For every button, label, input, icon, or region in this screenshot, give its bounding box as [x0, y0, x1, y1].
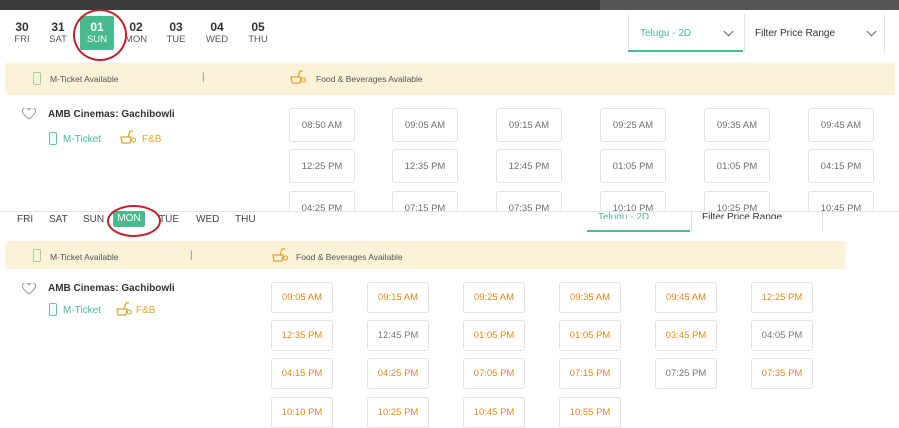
food-beverages-label: Food & Beverages Available — [296, 252, 403, 262]
food-beverage-icon — [116, 302, 132, 316]
showtime-button[interactable]: 09:05 AM — [392, 108, 458, 142]
showtime-button[interactable]: 09:15 AM — [496, 108, 562, 142]
showtime-button[interactable]: 12:35 PM — [271, 320, 333, 351]
showtime-button[interactable]: 01:05 PM — [704, 149, 770, 183]
separator — [822, 212, 823, 232]
showtime-button[interactable]: 03:45 PM — [655, 320, 717, 351]
showtime-button[interactable]: 07:15 PM — [559, 358, 621, 389]
showtime-button[interactable]: 12:25 PM — [751, 282, 813, 313]
day-fri[interactable]: FRI — [17, 214, 33, 225]
showtime-button[interactable]: 10:45 PM — [808, 191, 874, 212]
showtime-button[interactable]: 09:25 AM — [463, 282, 525, 313]
mobile-ticket-icon — [49, 303, 57, 316]
showtime-button[interactable]: 10:25 PM — [367, 397, 429, 428]
showtime-button[interactable]: 07:05 PM — [463, 358, 525, 389]
showtime-button[interactable]: 12:25 PM — [289, 149, 355, 183]
separator — [691, 212, 692, 232]
showtime-button[interactable]: 10:10 PM — [600, 191, 666, 212]
price-filter-dropdown[interactable]: Filter Price Range — [702, 212, 782, 219]
showtime-button[interactable]: 09:45 AM — [808, 108, 874, 142]
showtime-button[interactable]: 07:25 PM — [655, 358, 717, 389]
showtime-button[interactable]: 10:10 PM — [271, 397, 333, 428]
day-sat[interactable]: SAT — [49, 214, 68, 225]
showtime-button[interactable]: 12:35 PM — [392, 149, 458, 183]
showtime-button[interactable]: 09:45 AM — [655, 282, 717, 313]
showtime-button[interactable]: 08:50 AM — [289, 108, 355, 142]
showtime-button[interactable]: 01:05 PM — [600, 149, 666, 183]
language-dropdown[interactable]: Telugu - 2D — [598, 212, 649, 219]
showtime-button[interactable]: 04:25 PM — [367, 358, 429, 389]
showtime-button[interactable]: 09:35 AM — [559, 282, 621, 313]
mobile-ticket-icon — [33, 249, 41, 262]
showtime-button[interactable]: 09:05 AM — [271, 282, 333, 313]
showtime-button[interactable]: 10:55 PM — [559, 397, 621, 428]
showtime-button[interactable]: 04:25 PM — [289, 191, 355, 212]
cinema-name[interactable]: AMB Cinemas: Gachibowli — [48, 283, 175, 294]
showtime-button[interactable]: 10:25 PM — [704, 191, 770, 212]
showtime-button[interactable]: 07:35 PM — [751, 358, 813, 389]
food-beverage-icon — [272, 248, 288, 262]
language-underline — [587, 230, 690, 232]
showtime-button[interactable]: 10:45 PM — [463, 397, 525, 428]
showtime-button[interactable]: 04:15 PM — [808, 149, 874, 183]
showtime-button[interactable]: 12:45 PM — [496, 149, 562, 183]
mticket-available-label: M-Ticket Available — [50, 252, 119, 262]
info-bar — [5, 241, 845, 269]
heart-icon[interactable] — [22, 283, 36, 295]
mticket-label: M-Ticket — [63, 305, 101, 316]
showtime-button[interactable]: 12:45 PM — [367, 320, 429, 351]
showtime-button[interactable]: 09:35 AM — [704, 108, 770, 142]
day-sun[interactable]: SUN — [83, 214, 104, 225]
fb-label: F&B — [136, 305, 156, 316]
showtime-button[interactable]: 04:05 PM — [751, 320, 813, 351]
day-thu[interactable]: THU — [235, 214, 256, 225]
showtime-button[interactable]: 01:05 PM — [559, 320, 621, 351]
showtime-button[interactable]: 07:15 PM — [392, 191, 458, 212]
showtime-button[interactable]: 04:15 PM — [271, 358, 333, 389]
showtime-button[interactable]: 09:15 AM — [367, 282, 429, 313]
red-circle-annotation — [107, 205, 161, 237]
info-separator: | — [190, 250, 193, 261]
showtime-button[interactable]: 07:35 PM — [496, 191, 562, 212]
day-wed[interactable]: WED — [196, 214, 219, 225]
day-tue[interactable]: TUE — [159, 214, 179, 225]
showtime-button[interactable]: 01:05 PM — [463, 320, 525, 351]
showtime-grid: 08:50 AM 09:05 AM 09:15 AM 09:25 AM 09:35 AM… — [0, 0, 899, 212]
showtime-button[interactable]: 09:25 AM — [600, 108, 666, 142]
